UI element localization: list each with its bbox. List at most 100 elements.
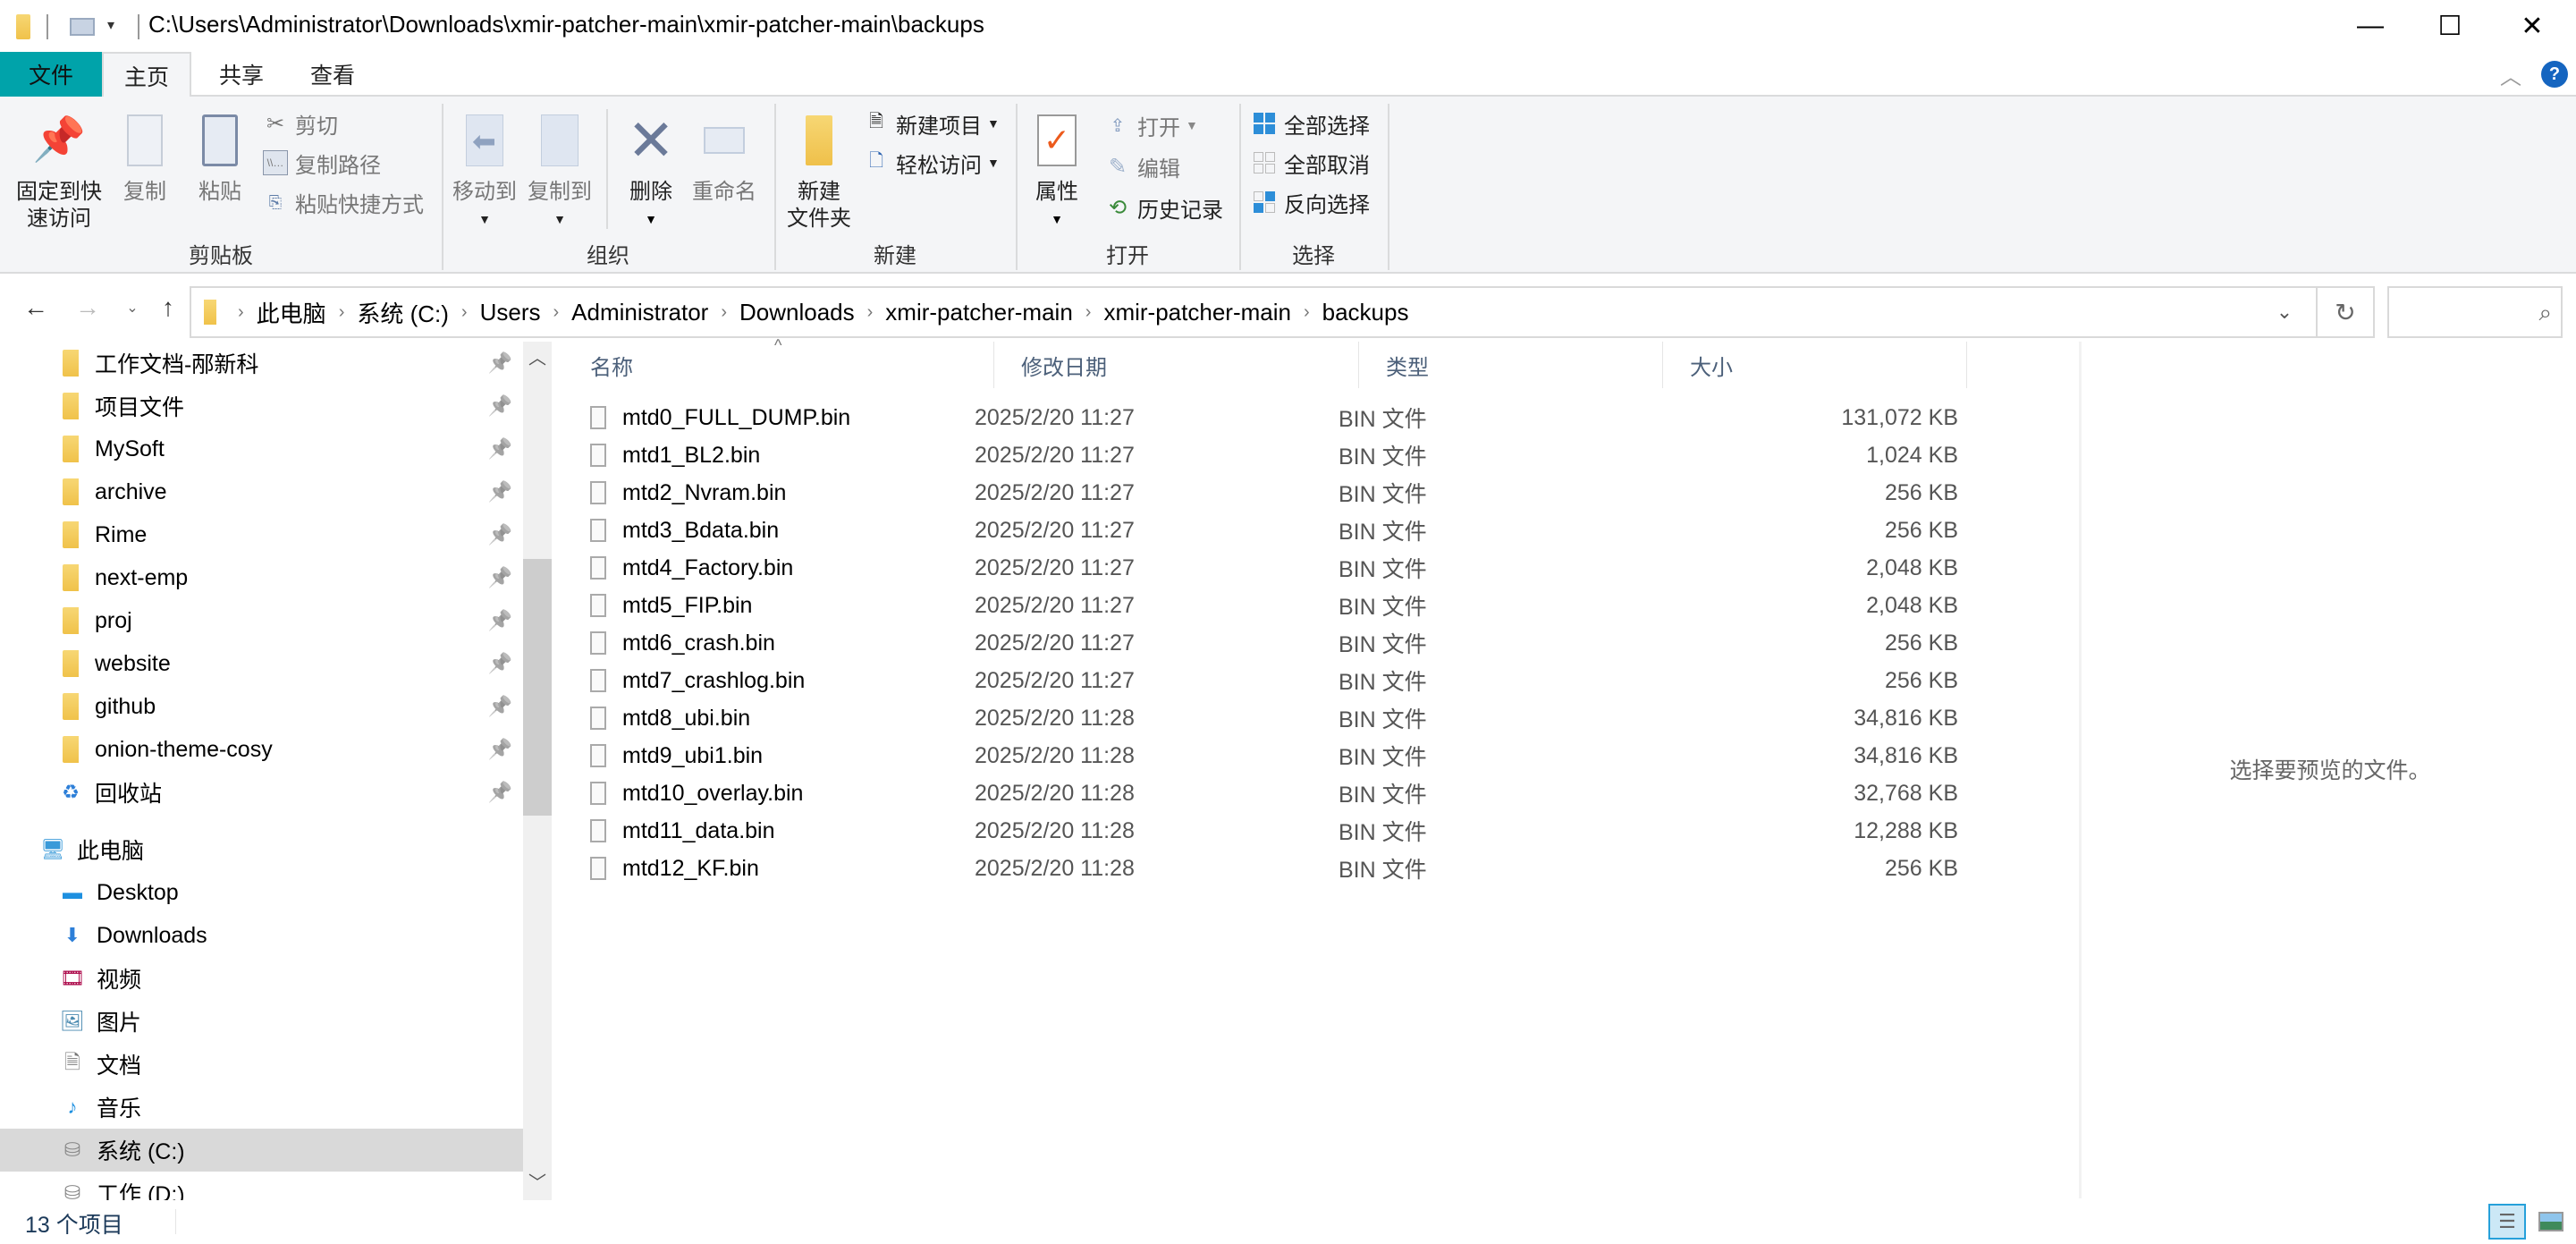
sidebar-item-quick-access[interactable]: proj 📌 bbox=[0, 599, 523, 642]
search-input[interactable] bbox=[2389, 288, 2523, 336]
minimize-button[interactable]: — bbox=[2329, 0, 2411, 52]
paste-shortcut-button[interactable]: ⎘ 粘贴快捷方式 bbox=[263, 184, 424, 220]
pin-icon[interactable]: 📌 bbox=[488, 566, 512, 589]
easy-access-button[interactable]: 🗋 轻松访问 ▼ bbox=[864, 145, 1000, 181]
tab-view[interactable]: 查看 bbox=[297, 52, 368, 97]
file-row[interactable]: mtd9_ubi1.bin 2025/2/20 11:28 BIN 文件 34,816… bbox=[563, 737, 1958, 774]
sidebar-item-quick-access[interactable]: website 📌 bbox=[0, 642, 523, 685]
tab-share[interactable]: 共享 bbox=[206, 52, 277, 97]
file-row[interactable]: mtd7_crashlog.bin 2025/2/20 11:27 BIN 文件 25… bbox=[563, 662, 1958, 699]
file-row[interactable]: mtd8_ubi.bin 2025/2/20 11:28 BIN 文件 34,816 … bbox=[563, 699, 1958, 737]
file-row[interactable]: mtd12_KF.bin 2025/2/20 11:28 BIN 文件 256 KB bbox=[563, 850, 1958, 887]
up-button[interactable]: ↑ bbox=[150, 288, 186, 327]
select-all-button[interactable]: 全部选择 bbox=[1252, 106, 1370, 141]
sidebar-item-quick-access[interactable]: archive 📌 bbox=[0, 470, 523, 513]
breadcrumb-separator-icon[interactable]: › bbox=[867, 302, 874, 323]
sidebar-item-quick-access[interactable]: 项目文件 📌 bbox=[0, 385, 523, 427]
new-item-button[interactable]: 🗎 新建项目 ▼ bbox=[864, 106, 1000, 141]
sidebar-item-pc[interactable]: ▬ Desktop bbox=[0, 871, 523, 914]
sidebar-item-quick-access[interactable]: 工作文档-邴新科 📌 bbox=[0, 342, 523, 385]
file-row[interactable]: mtd10_overlay.bin 2025/2/20 11:28 BIN 文件 32… bbox=[563, 774, 1958, 812]
refresh-button[interactable]: ↻ bbox=[2318, 286, 2375, 338]
breadcrumb-item[interactable]: xmir-patcher-main bbox=[885, 299, 1073, 326]
edit-button[interactable]: ✎ 编辑 bbox=[1105, 148, 1180, 184]
sidebar-item-quick-access[interactable]: next-emp 📌 bbox=[0, 556, 523, 599]
file-row[interactable]: mtd5_FIP.bin 2025/2/20 11:27 BIN 文件 2,048 K… bbox=[563, 587, 1958, 624]
tab-file[interactable]: 文件 bbox=[0, 52, 102, 97]
pin-icon[interactable]: 📌 bbox=[488, 523, 512, 546]
open-button[interactable]: ⇪ 打开 ▼ bbox=[1105, 107, 1198, 143]
details-view-button[interactable]: ☰ bbox=[2488, 1204, 2526, 1240]
properties-button[interactable]: ✓ 属性 ▼ bbox=[1023, 109, 1091, 233]
sidebar-item-pc[interactable]: ⛁ 系统 (C:) bbox=[0, 1129, 523, 1172]
sidebar-item-quick-access[interactable]: MySoft 📌 bbox=[0, 427, 523, 470]
file-row[interactable]: mtd3_Bdata.bin 2025/2/20 11:27 BIN 文件 256 K… bbox=[563, 512, 1958, 549]
pin-icon[interactable]: 📌 bbox=[488, 351, 512, 375]
pin-to-quick-access-button[interactable]: 📌 固定到快 速访问 bbox=[13, 109, 106, 233]
paste-button[interactable]: 粘贴 bbox=[193, 109, 247, 206]
breadcrumb-separator-icon[interactable]: › bbox=[1304, 302, 1310, 323]
help-icon[interactable]: ? bbox=[2541, 61, 2568, 88]
quick-access-customize-dropdown[interactable]: ▾ bbox=[107, 16, 114, 34]
breadcrumb-item[interactable]: 此电脑 bbox=[257, 296, 326, 329]
sidebar-item-this-pc[interactable]: 🖥 此电脑 bbox=[0, 828, 523, 871]
breadcrumb-item[interactable]: xmir-patcher-main bbox=[1103, 299, 1291, 326]
pin-icon[interactable]: 📌 bbox=[488, 738, 512, 761]
pin-icon[interactable]: 📌 bbox=[488, 394, 512, 418]
select-none-button[interactable]: 全部取消 bbox=[1252, 145, 1370, 181]
delete-button[interactable]: ✕ 删除 ▼ bbox=[617, 109, 685, 233]
breadcrumb-item[interactable]: 系统 (C:) bbox=[357, 296, 449, 329]
tab-home[interactable]: 主页 bbox=[102, 52, 191, 98]
address-bar[interactable]: › 此电脑 › 系统 (C:) › Users › Administrator › Downloa… bbox=[190, 286, 2318, 338]
maximize-button[interactable]: ☐ bbox=[2409, 0, 2491, 52]
sidebar-item-pc[interactable]: ⬇ Downloads bbox=[0, 914, 523, 957]
large-icons-view-button[interactable] bbox=[2532, 1204, 2570, 1240]
sidebar-item-quick-access[interactable]: github 📌 bbox=[0, 685, 523, 728]
breadcrumb-separator-icon[interactable]: › bbox=[461, 302, 468, 323]
column-header-type[interactable]: 类型 bbox=[1359, 342, 1663, 388]
sidebar-item-pc[interactable]: 🎞 视频 bbox=[0, 957, 523, 1000]
sidebar-item-pc[interactable]: 🖼 图片 bbox=[0, 1000, 523, 1043]
close-button[interactable]: ✕ bbox=[2491, 0, 2573, 52]
pin-icon[interactable]: 📌 bbox=[488, 609, 512, 632]
cut-button[interactable]: ✂ 剪切 bbox=[263, 106, 338, 141]
search-box[interactable]: ⌕ bbox=[2387, 286, 2563, 338]
scrollbar-thumb[interactable] bbox=[523, 559, 552, 816]
recent-locations-dropdown[interactable]: ⌄ bbox=[114, 288, 150, 327]
breadcrumb-item[interactable]: backups bbox=[1322, 299, 1409, 326]
column-header-modified[interactable]: 修改日期 bbox=[994, 342, 1359, 388]
pin-icon[interactable]: 📌 bbox=[488, 480, 512, 504]
copy-path-button[interactable]: \\… 复制路径 bbox=[263, 145, 381, 181]
breadcrumb-item[interactable]: Users bbox=[480, 299, 541, 326]
file-row[interactable]: mtd4_Factory.bin 2025/2/20 11:27 BIN 文件 2,0… bbox=[563, 549, 1958, 587]
copy-button[interactable]: 复制 bbox=[118, 109, 172, 206]
file-row[interactable]: mtd1_BL2.bin 2025/2/20 11:27 BIN 文件 1,024 K… bbox=[563, 436, 1958, 474]
breadcrumb-item[interactable]: Downloads bbox=[739, 299, 855, 326]
copy-to-button[interactable]: 复制到 ▼ bbox=[526, 109, 594, 233]
forward-button[interactable]: → bbox=[70, 288, 106, 327]
breadcrumb-separator-icon[interactable]: › bbox=[721, 302, 727, 323]
invert-selection-button[interactable]: 反向选择 bbox=[1252, 184, 1370, 220]
new-folder-button[interactable]: 新建 文件夹 bbox=[781, 109, 857, 233]
navigation-pane-scrollbar[interactable]: ︿ ﹀ bbox=[523, 342, 552, 1200]
pin-icon[interactable]: 📌 bbox=[488, 695, 512, 718]
file-row[interactable]: mtd11_data.bin 2025/2/20 11:28 BIN 文件 12,28… bbox=[563, 812, 1958, 850]
file-row[interactable]: mtd2_Nvram.bin 2025/2/20 11:27 BIN 文件 256 K… bbox=[563, 474, 1958, 512]
back-button[interactable]: ← bbox=[18, 288, 54, 327]
move-to-button[interactable]: ⬅ 移动到 ▼ bbox=[451, 109, 519, 233]
pin-icon[interactable]: 📌 bbox=[488, 781, 512, 804]
sidebar-item-pc[interactable]: ♪ 音乐 bbox=[0, 1086, 523, 1129]
sidebar-item-quick-access[interactable]: ♻ 回收站 📌 bbox=[0, 771, 523, 814]
scroll-down-arrow[interactable]: ﹀ bbox=[523, 1168, 552, 1195]
rename-button[interactable]: 重命名 bbox=[690, 109, 758, 206]
breadcrumb-separator-icon[interactable]: › bbox=[553, 302, 559, 323]
sidebar-item-quick-access[interactable]: Rime 📌 bbox=[0, 513, 523, 556]
collapse-ribbon-icon[interactable]: ︿ bbox=[2500, 59, 2521, 90]
file-row[interactable]: mtd6_crash.bin 2025/2/20 11:27 BIN 文件 256 K… bbox=[563, 624, 1958, 662]
pin-icon[interactable]: 📌 bbox=[488, 652, 512, 675]
column-header-size[interactable]: 大小 bbox=[1663, 342, 1967, 388]
file-row[interactable]: mtd0_FULL_DUMP.bin 2025/2/20 11:27 BIN 文件 1… bbox=[563, 399, 1958, 436]
sidebar-item-quick-access[interactable]: onion-theme-cosy 📌 bbox=[0, 728, 523, 771]
history-button[interactable]: ⟲ 历史记录 bbox=[1105, 190, 1223, 225]
sidebar-item-pc[interactable]: 🗎 文档 bbox=[0, 1043, 523, 1086]
